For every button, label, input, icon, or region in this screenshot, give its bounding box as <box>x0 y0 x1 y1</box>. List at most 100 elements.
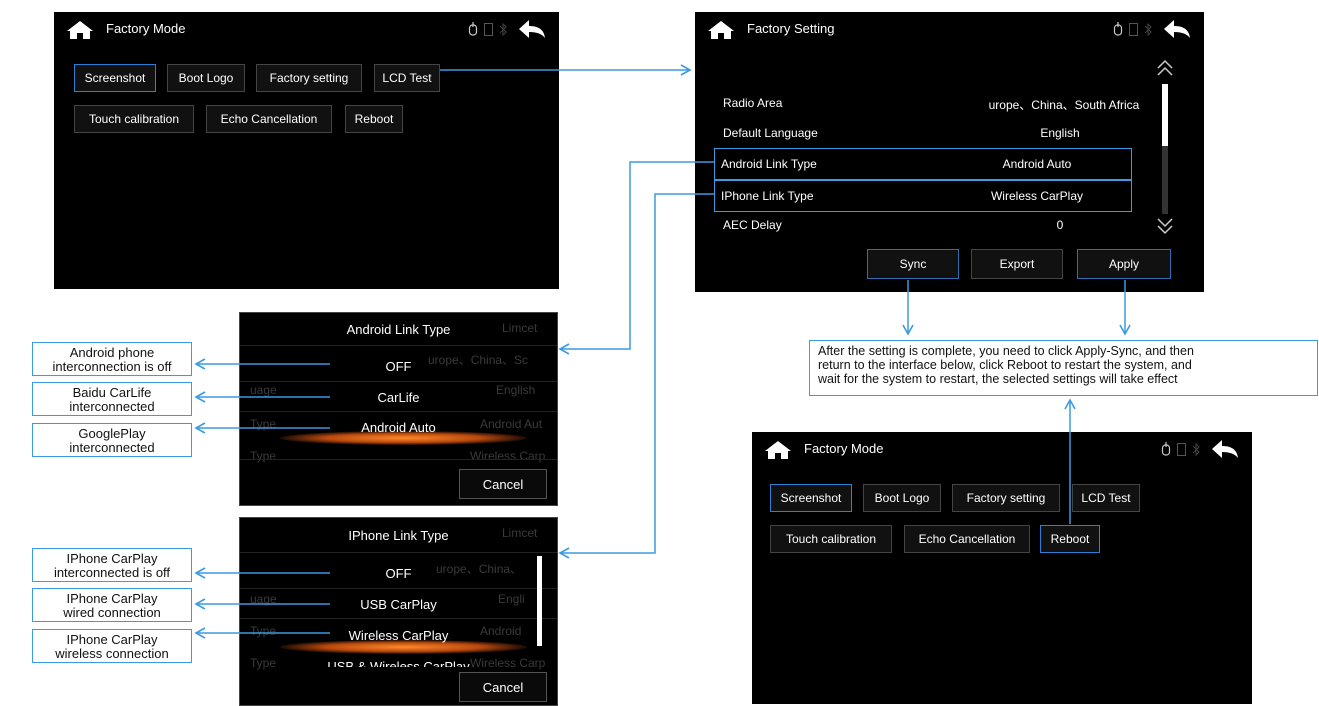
status-icons <box>1113 22 1152 36</box>
divider <box>240 459 557 460</box>
factory-mode-screen: Factory Mode Screenshot Boot Logo Factor… <box>54 12 559 289</box>
callout-googleplay: GooglePlay interconnected <box>32 423 192 457</box>
callout-line: wireless connection <box>55 646 169 661</box>
callout-line: Android phone <box>69 345 155 360</box>
screenshot-button[interactable]: Screenshot <box>770 484 852 512</box>
boot-logo-button[interactable]: Boot Logo <box>167 64 245 92</box>
ghost-text: Type <box>250 449 277 463</box>
scrollbar-thumb[interactable] <box>537 556 542 646</box>
iphone-link-type-dialog: Limcet urope、China、 uage Engli Type Andr… <box>239 517 558 706</box>
dialog-title: Android Link Type <box>346 322 451 337</box>
callout-line: IPhone CarPlay <box>66 551 158 566</box>
setting-label: Android Link Type <box>721 157 817 171</box>
boot-logo-button[interactable]: Boot Logo <box>863 484 941 512</box>
page-title: Factory Setting <box>747 21 835 36</box>
screenshot-button[interactable]: Screenshot <box>74 64 156 92</box>
note-line: wait for the system to restart, the sele… <box>818 372 1178 386</box>
instruction-note: After the setting is complete, you need … <box>809 340 1318 396</box>
setting-row-radio-area[interactable]: Radio Area urope、China、South Africa <box>717 90 1154 116</box>
touch-calibration-button[interactable]: Touch calibration <box>74 105 194 133</box>
option-usb-carplay[interactable]: USB CarPlay <box>240 597 557 612</box>
option-usb-wireless-carplay[interactable]: USB & Wireless CarPlay <box>240 657 557 667</box>
callout-iphone-off: IPhone CarPlay interconnected is off <box>32 548 192 582</box>
setting-row-default-language[interactable]: Default Language English <box>717 120 1154 146</box>
setting-row-iphone-link-type[interactable]: IPhone Link Type Wireless CarPlay <box>714 180 1132 212</box>
setting-label: AEC Delay <box>723 218 782 232</box>
usb-icon <box>1161 442 1171 456</box>
factory-setting-button[interactable]: Factory setting <box>256 64 362 92</box>
option-off[interactable]: OFF <box>240 359 557 374</box>
divider <box>240 618 557 619</box>
echo-cancellation-button[interactable]: Echo Cancellation <box>904 525 1030 553</box>
lcd-test-button[interactable]: LCD Test <box>374 64 440 92</box>
note-line: return to the interface below, click Reb… <box>818 358 1192 372</box>
status-icons <box>468 22 507 36</box>
option-carlife[interactable]: CarLife <box>240 390 557 405</box>
divider <box>240 411 557 412</box>
dialog-title: IPhone Link Type <box>348 528 449 543</box>
callout-iphone-wireless: IPhone CarPlay wireless connection <box>32 629 192 663</box>
factory-setting-screen: Factory Setting Radio Area urope、China、S… <box>695 12 1204 292</box>
divider <box>240 588 557 589</box>
scroll-up-icon[interactable] <box>1156 58 1174 78</box>
option-wireless-carplay[interactable]: Wireless CarPlay <box>240 628 557 643</box>
option-off[interactable]: OFF <box>240 566 557 581</box>
callout-line: IPhone CarPlay <box>66 632 158 647</box>
setting-value: Wireless CarPlay <box>990 189 1083 203</box>
scroll-down-icon[interactable] <box>1156 216 1174 236</box>
setting-value: Android Auto <box>1002 157 1072 171</box>
setting-label: IPhone Link Type <box>721 189 814 203</box>
apply-button[interactable]: Apply <box>1077 249 1171 279</box>
title-bar: Factory Setting <box>695 12 1204 46</box>
back-arrow-icon[interactable] <box>517 18 547 40</box>
home-icon[interactable] <box>764 440 792 460</box>
title-bar: Factory Mode <box>752 432 1252 466</box>
reboot-button[interactable]: Reboot <box>345 105 403 133</box>
callout-line: Baidu CarLife <box>72 385 152 400</box>
page-title: Factory Mode <box>804 441 884 456</box>
callout-line: interconnection is off <box>52 359 172 374</box>
android-link-type-dialog: Limcet urope、China、Sc uage English Type … <box>239 312 558 506</box>
export-button[interactable]: Export <box>971 249 1063 279</box>
callout-line: interconnected <box>69 440 155 455</box>
callout-line: GooglePlay <box>78 426 146 441</box>
reboot-button[interactable]: Reboot <box>1040 525 1100 553</box>
divider <box>240 552 557 553</box>
scrollbar-thumb[interactable] <box>1162 84 1168 146</box>
back-arrow-icon[interactable] <box>1210 438 1240 460</box>
lcd-test-button[interactable]: LCD Test <box>1072 484 1140 512</box>
page-title: Factory Mode <box>106 21 186 36</box>
setting-value: urope、China、South Africa <box>988 98 1140 112</box>
option-android-auto[interactable]: Android Auto <box>240 420 557 435</box>
setting-value: 0 <box>1056 218 1064 232</box>
callout-line: IPhone CarPlay <box>66 591 158 606</box>
setting-value: English <box>1040 126 1080 140</box>
cancel-button[interactable]: Cancel <box>459 672 547 702</box>
callout-line: interconnected is off <box>53 565 171 580</box>
usb-icon <box>1113 22 1123 36</box>
bluetooth-icon <box>1192 442 1200 456</box>
divider <box>240 345 557 346</box>
callout-android-off: Android phone interconnection is off <box>32 342 192 376</box>
echo-cancellation-button[interactable]: Echo Cancellation <box>206 105 332 133</box>
bluetooth-icon <box>499 22 507 36</box>
callout-carlife: Baidu CarLife interconnected <box>32 382 192 416</box>
setting-row-aec-delay[interactable]: AEC Delay 0 <box>717 212 1154 238</box>
factory-mode-screen-reboot: Factory Mode Screenshot Boot Logo Factor… <box>752 432 1252 704</box>
cancel-button[interactable]: Cancel <box>459 469 547 499</box>
sd-card-icon <box>1177 442 1186 456</box>
sd-card-icon <box>1129 22 1138 36</box>
factory-setting-button[interactable]: Factory setting <box>952 484 1060 512</box>
home-icon[interactable] <box>66 20 94 40</box>
back-arrow-icon[interactable] <box>1162 18 1192 40</box>
sync-button[interactable]: Sync <box>867 249 959 279</box>
bluetooth-icon <box>1144 22 1152 36</box>
ghost-text: Wireless Carp <box>470 449 546 463</box>
title-bar: Factory Mode <box>54 12 559 46</box>
usb-icon <box>468 22 478 36</box>
home-icon[interactable] <box>707 20 735 40</box>
setting-label: Default Language <box>723 126 818 140</box>
note-line: After the setting is complete, you need … <box>818 344 1194 358</box>
setting-row-android-link-type[interactable]: Android Link Type Android Auto <box>714 148 1132 180</box>
touch-calibration-button[interactable]: Touch calibration <box>770 525 892 553</box>
